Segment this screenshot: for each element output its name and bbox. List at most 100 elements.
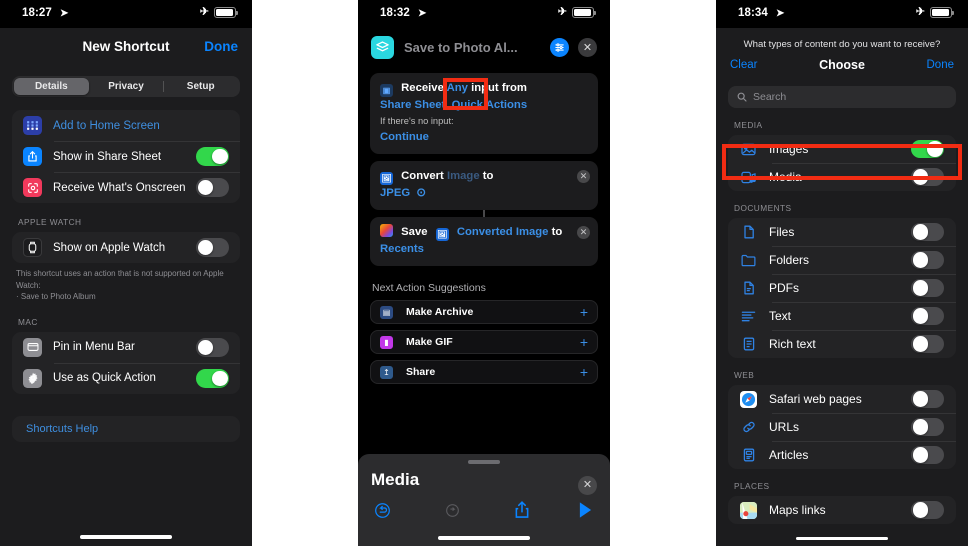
sheet-grabber[interactable] <box>468 460 500 464</box>
search-input[interactable]: Search <box>728 86 956 108</box>
toggle-show-on-apple-watch[interactable] <box>196 238 229 257</box>
row-files[interactable]: Files <box>728 218 956 246</box>
row-receive-whats-onscreen[interactable]: Receive What's Onscreen <box>12 172 240 203</box>
toggle-text[interactable] <box>911 306 944 326</box>
safari-icon <box>740 390 757 408</box>
close-icon[interactable]: ✕ <box>578 476 597 495</box>
watch-unsupported-note: This shortcut uses an action that is not… <box>16 269 224 302</box>
phone-panel-shortcut-editor: 18:32 ➤ ✈ Save to Photo Al... ✕ ▣ Receiv… <box>358 0 610 546</box>
action-card-save[interactable]: ✕ Save 🖼 Converted Image to Recents <box>370 217 598 266</box>
action-prefix: Receive <box>401 82 444 94</box>
row-pin-in-menu-bar[interactable]: Pin in Menu Bar <box>12 332 240 363</box>
row-rich-text[interactable]: Rich text <box>728 330 956 358</box>
chevron-right-icon[interactable]: ⊙ <box>413 187 425 199</box>
done-button[interactable]: Done <box>204 39 238 54</box>
row-label: Text <box>769 309 792 323</box>
action-input-type[interactable]: Any <box>447 82 468 94</box>
section-label-web: WEB <box>734 370 755 380</box>
row-maps-links[interactable]: Maps links <box>728 496 956 524</box>
play-icon[interactable] <box>542 501 594 524</box>
close-icon[interactable]: ✕ <box>578 37 597 57</box>
suggestion-share[interactable]: ↥ Share + <box>370 360 598 384</box>
toggle-pdfs[interactable] <box>911 278 944 298</box>
row-shortcuts-help[interactable]: Shortcuts Help <box>12 415 240 442</box>
editor-body: Save to Photo Al... ✕ ▣ Receive Any inpu… <box>358 28 610 546</box>
row-text[interactable]: Text <box>728 302 956 330</box>
status-bar-3: 18:34 ➤ ✈ <box>716 0 968 28</box>
toggle-articles[interactable] <box>911 445 944 465</box>
tab-privacy[interactable]: Privacy <box>89 78 164 95</box>
shortcuts-layers-icon <box>371 35 394 59</box>
no-input-label: If there's no input: <box>380 116 454 126</box>
airplane-icon: ✈ <box>199 6 209 18</box>
sliders-icon[interactable] <box>550 37 569 57</box>
photos-icon <box>380 224 393 237</box>
phone-panel-content-types: 18:34 ➤ ✈ What types of content do you w… <box>716 0 968 546</box>
toggle-show-in-share-sheet[interactable] <box>196 147 229 166</box>
share-icon[interactable] <box>478 501 542 524</box>
toggle-urls[interactable] <box>911 417 944 437</box>
toggle-pin-in-menu-bar[interactable] <box>196 338 229 357</box>
toggle-folders[interactable] <box>911 250 944 270</box>
article-icon <box>740 447 757 464</box>
convert-variable[interactable]: Image <box>447 170 480 182</box>
row-show-in-share-sheet[interactable]: Show in Share Sheet <box>12 141 240 172</box>
row-folders[interactable]: Folders <box>728 246 956 274</box>
row-safari-web-pages[interactable]: Safari web pages <box>728 385 956 413</box>
location-arrow-icon: ➤ <box>776 8 785 19</box>
tab-details[interactable]: Details <box>14 78 89 95</box>
save-variable[interactable]: Converted Image <box>457 226 549 238</box>
redo-icon[interactable] <box>426 503 478 523</box>
toggle-media[interactable] <box>911 167 944 187</box>
convert-format[interactable]: JPEG <box>380 187 410 199</box>
action-mid: input from <box>471 82 527 94</box>
remove-action-icon[interactable]: ✕ <box>577 226 590 239</box>
row-urls[interactable]: URLs <box>728 413 956 441</box>
row-media[interactable]: Media <box>728 163 956 191</box>
toggle-files[interactable] <box>911 222 944 242</box>
suggestions-title: Next Action Suggestions <box>372 282 486 294</box>
action-sources[interactable]: Share Sheet, Quick Actions <box>380 97 588 114</box>
no-input-value[interactable]: Continue <box>380 129 588 146</box>
save-to: to <box>551 226 563 238</box>
menu-bar-icon <box>23 337 42 357</box>
remove-action-icon[interactable]: ✕ <box>577 170 590 183</box>
row-label: Receive What's Onscreen <box>53 181 186 194</box>
toggle-images[interactable] <box>911 139 944 159</box>
row-articles[interactable]: Articles <box>728 441 956 469</box>
toggle-receive-whats-onscreen[interactable] <box>196 178 229 197</box>
status-bar-2: 18:32 ➤ ✈ <box>358 0 610 28</box>
add-icon[interactable]: + <box>580 365 588 379</box>
toggle-rich-text[interactable] <box>911 334 944 354</box>
action-card-convert[interactable]: ✕ 🖼 Convert Image to JPEG ⊙ <box>370 161 598 210</box>
segmented-control[interactable]: Details Privacy Setup <box>12 76 240 97</box>
apple-watch-icon <box>23 238 42 257</box>
section-label-apple-watch: APPLE WATCH <box>18 217 82 227</box>
toggle-use-as-quick-action[interactable] <box>196 369 229 388</box>
row-label: Rich text <box>769 337 816 351</box>
suggestion-make-archive[interactable]: ▤ Make Archive + <box>370 300 598 324</box>
done-button[interactable]: Done <box>927 59 955 71</box>
undo-icon[interactable] <box>374 502 426 524</box>
row-use-as-quick-action[interactable]: Use as Quick Action <box>12 362 240 394</box>
text-lines-icon <box>740 308 757 325</box>
add-icon[interactable]: + <box>580 305 588 319</box>
save-album[interactable]: Recents <box>380 241 588 258</box>
row-pdfs[interactable]: PDFs <box>728 274 956 302</box>
row-images[interactable]: Images <box>728 135 956 163</box>
row-add-to-home-screen[interactable]: Add to Home Screen <box>12 110 240 141</box>
add-icon[interactable]: + <box>580 335 588 349</box>
row-label: Pin in Menu Bar <box>53 341 135 354</box>
toggle-maps-links[interactable] <box>911 500 944 520</box>
tab-setup[interactable]: Setup <box>163 78 238 95</box>
action-card-receive-input[interactable]: ▣ Receive Any input from Share Sheet, Qu… <box>370 73 598 154</box>
row-label: Media <box>769 170 802 184</box>
home-indicator <box>80 535 172 539</box>
row-show-on-apple-watch[interactable]: Show on Apple Watch <box>12 232 240 263</box>
action-connector <box>483 210 485 217</box>
folder-icon <box>740 252 757 269</box>
home-screen-grid-icon <box>23 116 42 135</box>
battery-icon <box>572 7 597 18</box>
suggestion-make-gif[interactable]: ▮ Make GIF + <box>370 330 598 354</box>
toggle-safari-web-pages[interactable] <box>911 389 944 409</box>
